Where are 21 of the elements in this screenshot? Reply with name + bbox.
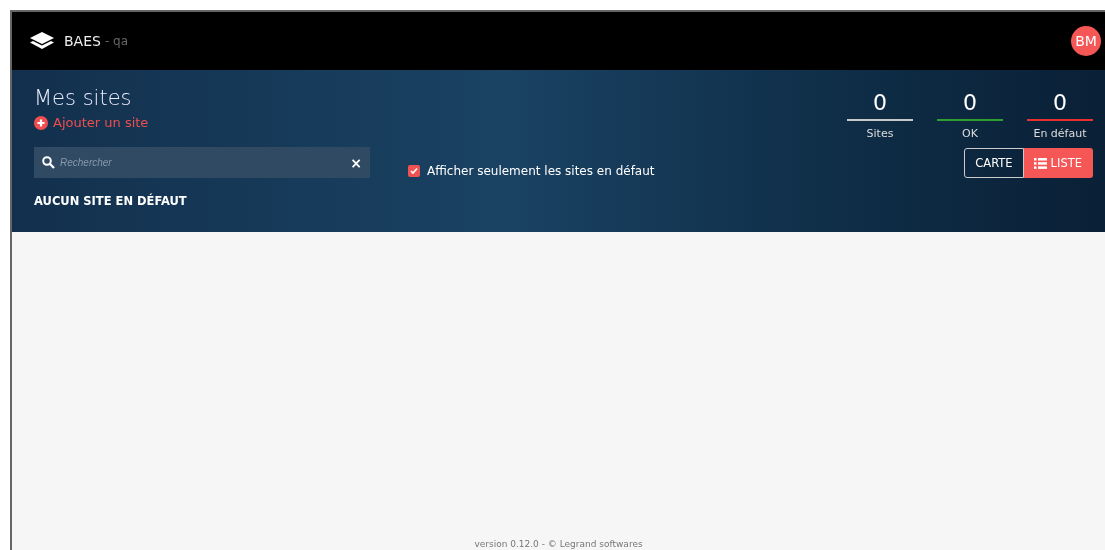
plus-circle-icon <box>34 115 48 130</box>
status-text: AUCUN SITE EN DÉFAUT <box>34 194 188 208</box>
checkbox[interactable] <box>408 165 420 177</box>
clear-button[interactable]: × <box>350 154 362 171</box>
search-icon <box>42 156 55 169</box>
filter-label: Afficher seulement les sites en défaut <box>427 164 655 178</box>
stat-label: En défaut <box>1033 127 1087 140</box>
layers-icon <box>30 32 54 50</box>
add-site-link[interactable]: Ajouter un site <box>34 115 370 130</box>
stat-label: OK <box>962 127 978 140</box>
search-field[interactable]: Rechercher × <box>34 147 370 178</box>
map-view-button[interactable]: CARTE <box>964 148 1024 178</box>
list-icon <box>1033 157 1047 169</box>
footer-text: version 0.12.0 - © Legrand softwares <box>474 539 643 549</box>
stat-label: Sites <box>866 127 894 140</box>
app-name: BAES <box>64 33 101 49</box>
environment-label: - qa <box>104 34 129 48</box>
page-title: Mes sites <box>34 86 133 110</box>
stat-value: 0 <box>963 90 977 116</box>
stat-value: 0 <box>1053 90 1067 116</box>
stat-value: 0 <box>873 90 887 116</box>
